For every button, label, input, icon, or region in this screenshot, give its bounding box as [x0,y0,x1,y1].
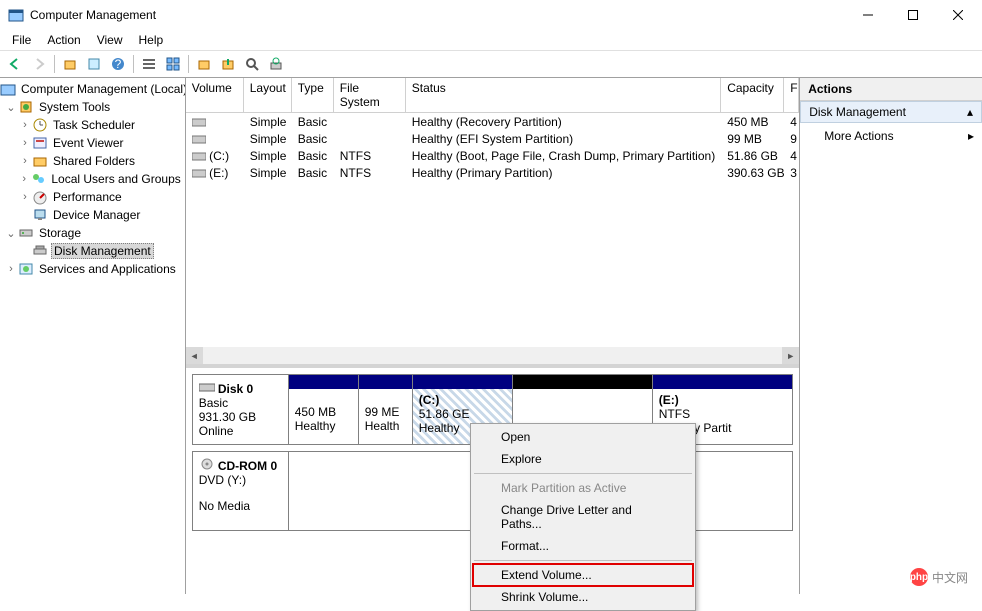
col-capacity[interactable]: Capacity [721,78,784,112]
ctx-extend-volume[interactable]: Extend Volume... [473,564,693,586]
forward-button[interactable] [28,53,50,75]
partition-bar [289,375,358,389]
tree-services-apps[interactable]: › Services and Applications [0,260,185,278]
actions-more[interactable]: More Actions ▸ [800,123,982,149]
tree-shared-folders[interactable]: › Shared Folders [0,152,185,170]
svg-text:?: ? [115,57,122,71]
watermark: php 中文网 [902,566,976,588]
volume-row[interactable]: (E:)SimpleBasicNTFSHealthy (Primary Part… [186,164,799,181]
cdrom-type: DVD (Y:) [199,473,246,487]
tree-local-users[interactable]: › Local Users and Groups [0,170,185,188]
tree-performance[interactable]: › Performance [0,188,185,206]
tree-storage[interactable]: ⌄ Storage [0,224,185,242]
php-logo-icon: php [910,568,928,586]
tree-disk-management[interactable]: Disk Management [0,242,185,260]
volume-list[interactable]: Volume Layout Type File System Status Ca… [186,78,799,368]
context-menu[interactable]: Open Explore Mark Partition as Active Ch… [470,423,696,611]
tree-system-tools[interactable]: ⌄ System Tools [0,98,185,116]
partition-bar [513,375,652,389]
tree-event-viewer[interactable]: › Event Viewer [0,134,185,152]
up-button[interactable] [59,53,81,75]
volume-header[interactable]: Volume Layout Type File System Status Ca… [186,78,799,113]
partition-bar [413,375,512,389]
ctx-format[interactable]: Format... [473,535,693,557]
horizontal-scrollbar[interactable]: ◄ ► [186,347,799,364]
export-button[interactable] [217,53,239,75]
col-status[interactable]: Status [406,78,721,112]
tree-device-manager[interactable]: Device Manager [0,206,185,224]
back-button[interactable] [4,53,26,75]
minimize-button[interactable] [845,0,890,30]
actions-pane: Actions Disk Management ▴ More Actions ▸ [800,78,982,594]
disk-0-name: Disk 0 [218,382,253,396]
volume-row[interactable]: SimpleBasicHealthy (EFI System Partition… [186,130,799,147]
partition-efi[interactable]: 99 MEHealth [359,375,413,444]
help-button[interactable]: ? [107,53,129,75]
cdrom-info: CD-ROM 0 DVD (Y:) No Media [193,452,289,530]
volume-row[interactable]: (C:)SimpleBasicNTFSHealthy (Boot, Page F… [186,147,799,164]
scroll-right-button[interactable]: ► [782,347,799,364]
cdrom-status: No Media [199,499,250,513]
actions-header: Actions [800,78,982,101]
col-volume[interactable]: Volume [186,78,244,112]
expand-icon[interactable]: › [4,263,18,275]
window-title: Computer Management [30,8,845,22]
ctx-mark-active: Mark Partition as Active [473,477,693,499]
expand-icon[interactable]: › [18,191,32,203]
toolbar: ? [0,50,982,78]
rescan-button[interactable] [265,53,287,75]
tree-task-scheduler[interactable]: › Task Scheduler [0,116,185,134]
disk-0-status: Online [199,424,234,438]
menu-view[interactable]: View [89,31,131,49]
disk-0-info: Disk 0 Basic 931.30 GB Online [193,375,289,444]
menu-action[interactable]: Action [39,31,88,49]
col-layout[interactable]: Layout [244,78,292,112]
ctx-open[interactable]: Open [473,426,693,448]
toolbar-separator [188,55,189,73]
expand-icon[interactable]: › [18,155,32,167]
navigation-tree[interactable]: Computer Management (Local) ⌄ System Too… [0,78,186,594]
col-free[interactable]: F [784,78,799,112]
view-list-button[interactable] [138,53,160,75]
toolbar-separator [54,55,55,73]
menu-file[interactable]: File [4,31,39,49]
collapse-icon[interactable]: ⌄ [4,227,18,240]
col-filesystem[interactable]: File System [334,78,406,112]
cdrom-name: CD-ROM 0 [218,459,277,473]
search-button[interactable] [241,53,263,75]
submenu-arrow-icon: ▸ [968,129,974,143]
ctx-change-letter[interactable]: Change Drive Letter and Paths... [473,499,693,535]
expand-icon[interactable]: › [18,173,30,185]
toolbar-separator [133,55,134,73]
expand-icon[interactable]: › [18,137,32,149]
actions-section[interactable]: Disk Management ▴ [800,101,982,123]
disk-0-size: 931.30 GB [199,410,256,424]
partition-bar [359,375,412,389]
menu-bar: File Action View Help [0,30,982,50]
ctx-separator [474,560,692,561]
title-bar: Computer Management [0,0,982,30]
partition-bar [653,375,792,389]
properties-button[interactable] [83,53,105,75]
app-icon [8,7,24,23]
volume-row[interactable]: SimpleBasicHealthy (Recovery Partition)4… [186,113,799,130]
menu-help[interactable]: Help [131,31,172,49]
ctx-shrink-volume[interactable]: Shrink Volume... [473,586,693,608]
tree-root[interactable]: Computer Management (Local) [0,80,185,98]
ctx-separator [474,473,692,474]
ctx-explore[interactable]: Explore [473,448,693,470]
view-tile-button[interactable] [162,53,184,75]
disk-0-type: Basic [199,396,228,410]
maximize-button[interactable] [890,0,935,30]
col-type[interactable]: Type [292,78,334,112]
collapse-icon[interactable]: ⌄ [4,101,18,114]
collapse-icon[interactable]: ▴ [967,105,973,119]
expand-icon[interactable]: › [18,119,32,131]
refresh-button[interactable] [193,53,215,75]
close-button[interactable] [935,0,980,30]
partition-recovery[interactable]: 450 MBHealthy [289,375,359,444]
scroll-left-button[interactable]: ◄ [186,347,203,364]
